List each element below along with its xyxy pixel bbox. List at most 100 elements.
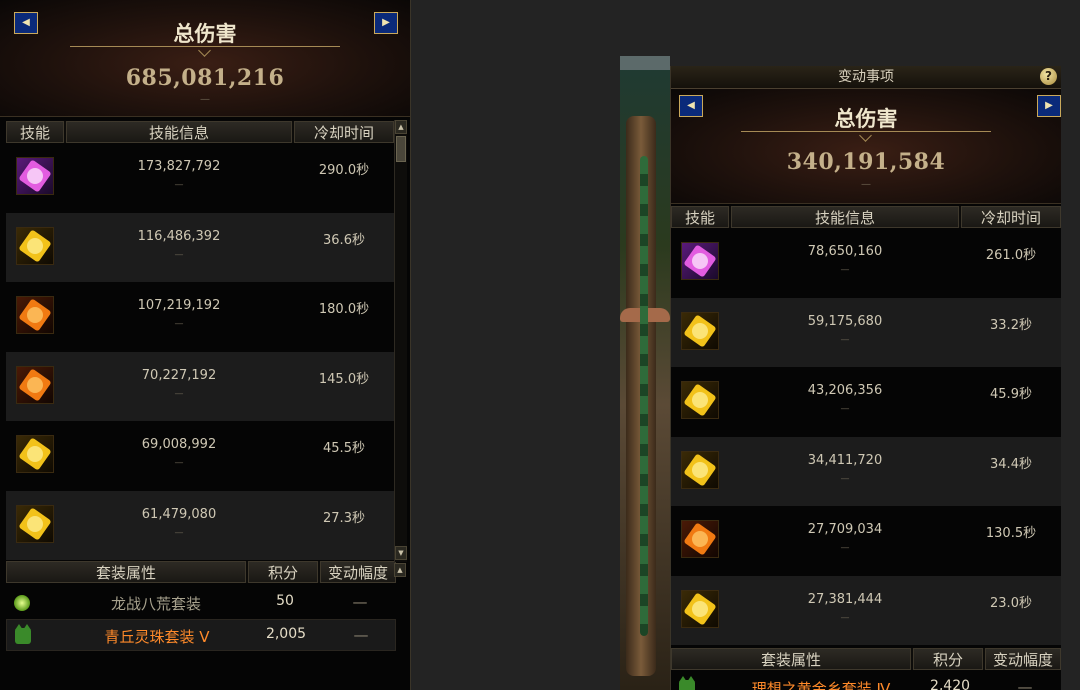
set-table-header: 套装属性 积分 变动幅度 xyxy=(671,648,1061,670)
golden-spear-icon xyxy=(16,435,54,473)
set-row[interactable]: 龙战八荒套装 50 — xyxy=(6,587,396,619)
col-skill[interactable]: 技能 xyxy=(6,121,64,143)
skill-damage: 116,486,392 xyxy=(137,228,221,244)
skill-dash: — xyxy=(174,319,184,329)
skill-damage: 173,827,792 xyxy=(137,159,221,174)
total-damage-title: 总伤害 xyxy=(834,107,898,131)
set-row[interactable]: 青丘灵珠套装 Ⅴ 2,005 — xyxy=(6,619,396,651)
set-scroll-up-button[interactable]: ▲ xyxy=(394,563,406,577)
set-list: 龙战八荒套装 50 — 青丘灵珠套装 Ⅴ 2,005 — xyxy=(6,587,396,651)
skill-row[interactable]: 61,479,080 — 27.3秒 xyxy=(6,490,396,560)
scroll-thumb[interactable] xyxy=(396,136,406,162)
skill-table-header: 技能 技能信息 冷却时间 xyxy=(6,121,396,143)
skill-dash: — xyxy=(174,458,184,468)
green-cat-icon xyxy=(15,624,31,644)
skill-row[interactable]: 173,827,792 — 290.0秒 xyxy=(6,143,396,213)
skill-cooldown: 23.0秒 xyxy=(990,595,1032,611)
set-change: — xyxy=(1017,678,1033,690)
help-icon[interactable]: ? xyxy=(1040,68,1057,85)
skill-damage: 59,175,680 xyxy=(807,313,883,329)
col-skill-info[interactable]: 技能信息 xyxy=(731,206,959,228)
col-set-name[interactable]: 套装属性 xyxy=(6,561,246,583)
skill-dash: — xyxy=(840,334,850,345)
skill-row[interactable]: 70,227,192 — 145.0秒 xyxy=(6,351,396,421)
skill-dash: — xyxy=(840,473,850,484)
col-set-name[interactable]: 套装属性 xyxy=(671,648,911,670)
golden-mask-icon xyxy=(681,450,719,489)
set-change: — xyxy=(352,593,368,611)
skill-dash: — xyxy=(840,265,850,275)
skill-cooldown: 145.0秒 xyxy=(318,371,370,387)
total-damage-header: ◀ ▶ 总伤害 340,191,584 — xyxy=(671,89,1061,204)
skill-row[interactable]: 59,175,680 — 33.2秒 xyxy=(671,297,1061,367)
total-damage-dash: — xyxy=(200,94,210,105)
skill-cooldown: 34.4秒 xyxy=(990,456,1032,472)
total-damage-value: 340,191,584 xyxy=(786,149,946,175)
golden-swirl-icon xyxy=(16,504,54,543)
skill-row[interactable]: 78,650,160 — 261.0秒 xyxy=(671,228,1061,298)
skill-scrollbar[interactable]: ▲ ▼ xyxy=(394,120,407,562)
green-orb-icon xyxy=(14,595,30,611)
total-damage-title: 总伤害 xyxy=(173,22,237,46)
set-score: 2,005 xyxy=(265,626,307,642)
col-cooldown[interactable]: 冷却时间 xyxy=(961,206,1061,228)
damage-panel-left: ◀ ▶ 总伤害 685,081,216 — 技能 技能信息 冷却时间 173,8… xyxy=(0,0,411,690)
skill-list: 173,827,792 — 290.0秒 116,486,392 — 36.6秒… xyxy=(6,143,396,560)
skill-row[interactable]: 107,219,192 — 180.0秒 xyxy=(6,282,396,352)
game-scene-background xyxy=(620,56,670,690)
set-list: 理想之黄金乡套装 Ⅳ 2,420 — xyxy=(671,672,1061,690)
window-title: 变动事项 xyxy=(838,69,894,85)
window-title-bar: 变动事项 ? xyxy=(671,66,1061,89)
skill-cooldown: 45.9秒 xyxy=(990,387,1032,402)
golden-fist-icon xyxy=(681,311,719,350)
skill-table-header: 技能 技能信息 冷却时间 xyxy=(671,206,1061,228)
set-score: 50 xyxy=(276,593,294,609)
skill-damage: 70,227,192 xyxy=(141,367,217,383)
col-set-change[interactable]: 变动幅度 xyxy=(320,561,396,583)
skill-damage: 61,479,080 xyxy=(141,506,217,522)
total-damage-dash: — xyxy=(861,179,871,190)
golden-wings-icon xyxy=(16,226,54,265)
skill-cooldown: 261.0秒 xyxy=(985,248,1037,263)
skill-dash: — xyxy=(840,543,850,553)
scroll-up-button[interactable]: ▲ xyxy=(395,120,407,134)
col-skill-info[interactable]: 技能信息 xyxy=(66,121,292,143)
skill-row[interactable]: 27,381,444 — 23.0秒 xyxy=(671,575,1061,645)
col-cooldown[interactable]: 冷却时间 xyxy=(294,121,394,143)
flame-claw-icon xyxy=(681,520,719,558)
set-row[interactable]: 理想之黄金乡套装 Ⅳ 2,420 — xyxy=(671,672,1061,690)
skill-dash: — xyxy=(174,388,184,399)
skill-damage: 34,411,720 xyxy=(807,452,883,468)
violet-cross-icon xyxy=(681,242,719,280)
skill-row[interactable]: 69,008,992 — 45.5秒 xyxy=(6,421,396,491)
skill-cooldown: 27.3秒 xyxy=(323,510,365,526)
col-set-score[interactable]: 积分 xyxy=(248,561,318,583)
set-score: 2,420 xyxy=(929,678,971,690)
skill-row[interactable]: 116,486,392 — 36.6秒 xyxy=(6,212,396,282)
green-cat-icon xyxy=(679,676,695,690)
skill-dash: — xyxy=(174,249,184,260)
skill-dash: — xyxy=(840,404,850,414)
skill-row[interactable]: 34,411,720 — 34.4秒 xyxy=(671,436,1061,506)
damage-panel-right: 变动事项 ? ◀ ▶ 总伤害 340,191,584 — 技能 技能信息 冷却时… xyxy=(670,66,1061,690)
flame-eye-icon xyxy=(16,296,54,334)
skill-dash: — xyxy=(174,180,184,190)
skill-dash: — xyxy=(174,527,184,538)
skill-row[interactable]: 43,206,356 — 45.9秒 xyxy=(671,367,1061,437)
skill-damage: 27,381,444 xyxy=(807,591,883,607)
skill-cooldown: 33.2秒 xyxy=(990,317,1032,333)
skill-row[interactable]: 27,709,034 — 130.5秒 xyxy=(671,506,1061,576)
col-set-change[interactable]: 变动幅度 xyxy=(985,648,1061,670)
golden-blade-icon xyxy=(681,589,719,628)
skill-cooldown: 130.5秒 xyxy=(985,526,1037,541)
skill-dash: — xyxy=(840,612,850,623)
col-skill[interactable]: 技能 xyxy=(671,206,729,228)
green-vine xyxy=(640,156,648,636)
skill-cooldown: 180.0秒 xyxy=(318,302,370,317)
col-set-score[interactable]: 积分 xyxy=(913,648,983,670)
scroll-down-button[interactable]: ▼ xyxy=(395,546,407,560)
skill-damage: 78,650,160 xyxy=(807,244,883,259)
skill-damage: 69,008,992 xyxy=(141,437,217,452)
skill-cooldown: 290.0秒 xyxy=(318,163,370,178)
skill-cooldown: 45.5秒 xyxy=(323,441,365,456)
